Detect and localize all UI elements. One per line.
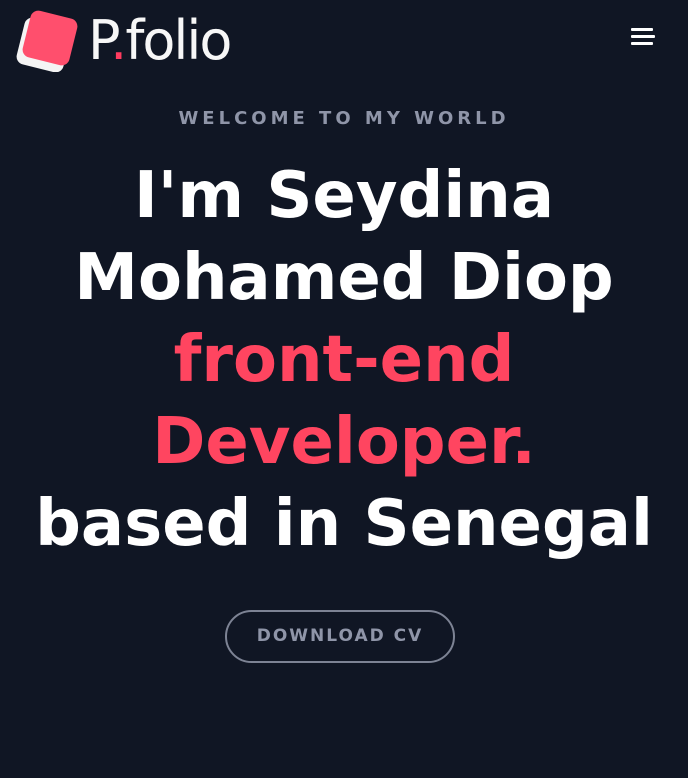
welcome-subtitle: WELCOME TO MY WORLD xyxy=(178,108,510,129)
logo-mark-icon xyxy=(16,10,78,72)
headline-role-line-1: front-end xyxy=(173,323,515,397)
headline-line-2: Mohamed Diop xyxy=(74,241,614,315)
site-header: P.folio xyxy=(0,0,688,90)
headline-location: based in Senegal xyxy=(35,487,653,561)
logo-dot: . xyxy=(110,9,127,72)
headline-line-1: I'm Seydina xyxy=(133,159,555,233)
headline-role-line-2: Developer. xyxy=(152,405,536,479)
download-cv-button[interactable]: DOWNLOAD CV xyxy=(225,610,455,663)
logo-wordmark: P.folio xyxy=(88,9,232,72)
hamburger-menu-icon[interactable] xyxy=(626,25,660,49)
logo[interactable]: P.folio xyxy=(14,10,284,72)
